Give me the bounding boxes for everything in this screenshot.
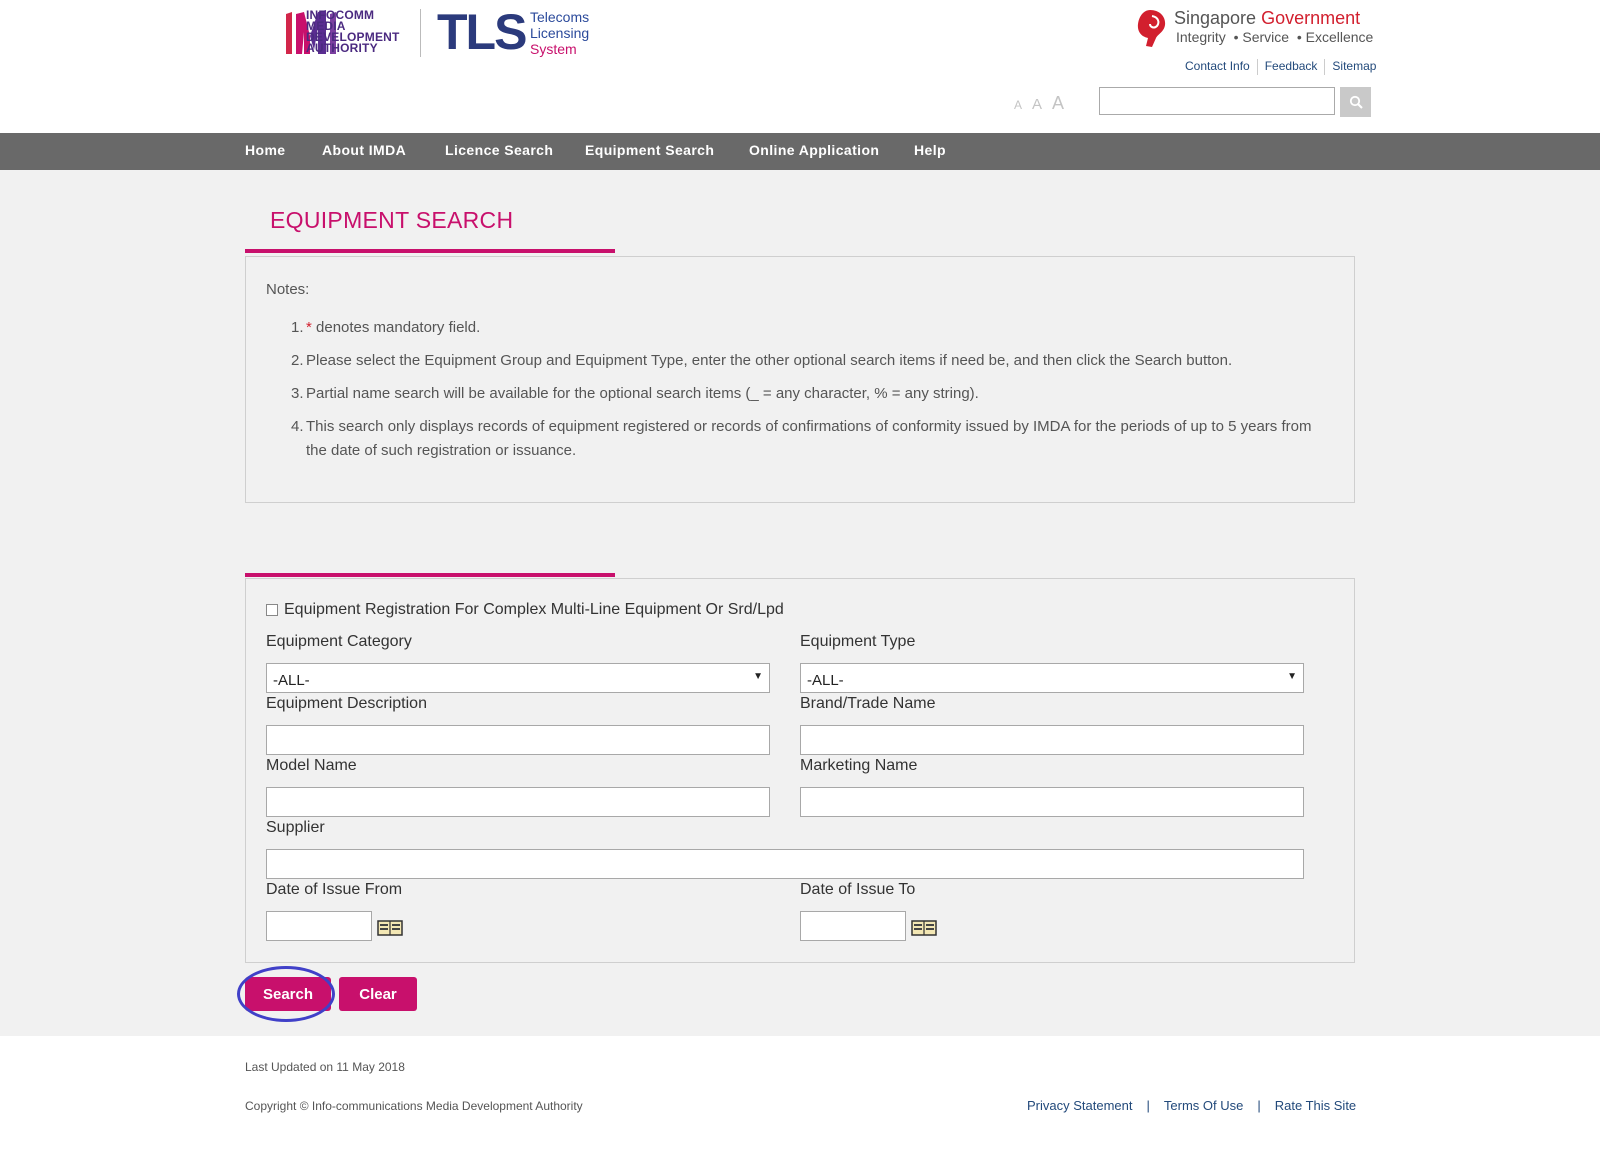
site-header: INFOCOMM MEDIA DEVELOPMENT AUTHORITY TLS…: [0, 0, 1600, 133]
font-size-large[interactable]: A: [1052, 93, 1064, 113]
font-size-controls: AAA: [1014, 93, 1074, 114]
dropdown-arrow-icon: ▼: [753, 671, 763, 682]
notes-panel: [245, 256, 1355, 503]
date-from-label: Date of Issue From: [266, 881, 403, 898]
supplier-label: Supplier: [266, 819, 325, 836]
marketing-name-input[interactable]: [800, 787, 1304, 817]
note-text: This search only displays records of equ…: [306, 418, 1312, 459]
last-updated-text: Last Updated on 11 May 2018: [245, 1060, 405, 1074]
privacy-statement-link[interactable]: Privacy Statement: [1027, 1098, 1133, 1113]
equipment-description-input[interactable]: [266, 725, 770, 755]
equipment-type-select[interactable]: -ALL- ▼: [800, 663, 1304, 693]
date-from-input[interactable]: [266, 911, 372, 941]
note-text: Please select the Equipment Group and Eq…: [306, 352, 1233, 369]
sg-gov-title: Singapore Government: [1174, 8, 1360, 29]
equipment-description-label: Equipment Description: [266, 695, 427, 712]
terms-of-use-link[interactable]: Terms Of Use: [1164, 1098, 1243, 1113]
equipment-type-value: -ALL-: [807, 672, 844, 689]
equipment-category-select[interactable]: -ALL- ▼: [266, 663, 770, 693]
note-number: 2.: [291, 352, 304, 369]
contact-info-link[interactable]: Contact Info: [1178, 59, 1257, 73]
tls-wordmark: Telecoms Licensing System: [530, 9, 589, 57]
tls-letters: TLS: [437, 4, 527, 60]
date-to-label: Date of Issue To: [800, 881, 916, 898]
main-nav: Home About IMDA Licence Search Equipment…: [0, 133, 1600, 170]
site-search-input[interactable]: [1099, 87, 1335, 115]
notes-heading: Notes:: [266, 281, 310, 298]
note-number: 1.: [291, 319, 304, 336]
tls-line: Telecoms: [530, 9, 590, 25]
top-utility-links: Contact Info Feedback Sitemap: [1178, 59, 1383, 75]
note-number: 4.: [291, 418, 304, 435]
main-content: EQUIPMENT SEARCH Notes: 1. * denotes man…: [0, 170, 1600, 1036]
nav-about-imda[interactable]: About IMDA: [322, 142, 406, 158]
clear-button[interactable]: Clear: [339, 977, 417, 1011]
tls-line: System: [530, 41, 577, 57]
sg-title-a: Singapore: [1174, 8, 1257, 28]
imda-wordmark: INFOCOMM MEDIA DEVELOPMENT AUTHORITY: [306, 9, 400, 55]
sg-gov-tagline: Integrity • Service • Excellence: [1176, 29, 1374, 45]
logo-divider: [420, 9, 421, 57]
brand-name-input[interactable]: [800, 725, 1304, 755]
complex-equipment-label[interactable]: Equipment Registration For Complex Multi…: [284, 601, 784, 619]
nav-home[interactable]: Home: [245, 142, 286, 158]
dropdown-arrow-icon: ▼: [1287, 671, 1297, 682]
marketing-name-label: Marketing Name: [800, 757, 918, 774]
highlight-circle: [237, 966, 335, 1022]
note-number: 3.: [291, 385, 304, 402]
footer-links: Privacy Statement | Terms Of Use | Rate This…: [1027, 1098, 1356, 1113]
model-name-input[interactable]: [266, 787, 770, 817]
equipment-type-label: Equipment Type: [800, 633, 916, 650]
feedback-link[interactable]: Feedback: [1258, 59, 1325, 73]
rate-this-site-link[interactable]: Rate This Site: [1275, 1098, 1356, 1113]
sg-title-b: Government: [1261, 8, 1361, 28]
form-accent-bar: [245, 573, 615, 577]
tls-line: Licensing: [530, 25, 590, 41]
link-separator: |: [1257, 1098, 1261, 1113]
nav-licence-search[interactable]: Licence Search: [445, 142, 553, 158]
font-size-small[interactable]: A: [1014, 98, 1022, 112]
model-name-label: Model Name: [266, 757, 357, 774]
nav-help[interactable]: Help: [914, 142, 946, 158]
imda-line: AUTHORITY: [306, 41, 378, 55]
brand-name-label: Brand/Trade Name: [800, 695, 936, 712]
site-search-button[interactable]: [1340, 87, 1371, 117]
complex-equipment-checkbox[interactable]: [266, 604, 278, 616]
page-title: EQUIPMENT SEARCH: [270, 207, 514, 233]
equipment-category-label: Equipment Category: [266, 633, 412, 650]
date-to-input[interactable]: [800, 911, 906, 941]
sitemap-link[interactable]: Sitemap: [1325, 59, 1383, 73]
nav-equipment-search[interactable]: Equipment Search: [585, 142, 714, 158]
search-icon: [1349, 95, 1363, 109]
tls-logo[interactable]: TLS: [437, 4, 527, 60]
nav-online-application[interactable]: Online Application: [749, 142, 879, 158]
font-size-medium[interactable]: A: [1032, 96, 1042, 113]
note-text: Partial name search will be available fo…: [306, 385, 979, 402]
lion-head-icon: [1137, 10, 1166, 47]
note-text-body: denotes mandatory field.: [311, 319, 481, 336]
calendar-icon[interactable]: [911, 920, 937, 936]
note-text: * denotes mandatory field.: [306, 316, 1326, 340]
title-accent-bar: [245, 249, 615, 253]
supplier-input[interactable]: [266, 849, 1304, 879]
equipment-category-value: -ALL-: [273, 672, 310, 689]
link-separator: |: [1146, 1098, 1150, 1113]
copyright-text: Copyright © Info-communications Media De…: [245, 1099, 583, 1113]
calendar-icon[interactable]: [377, 920, 403, 936]
